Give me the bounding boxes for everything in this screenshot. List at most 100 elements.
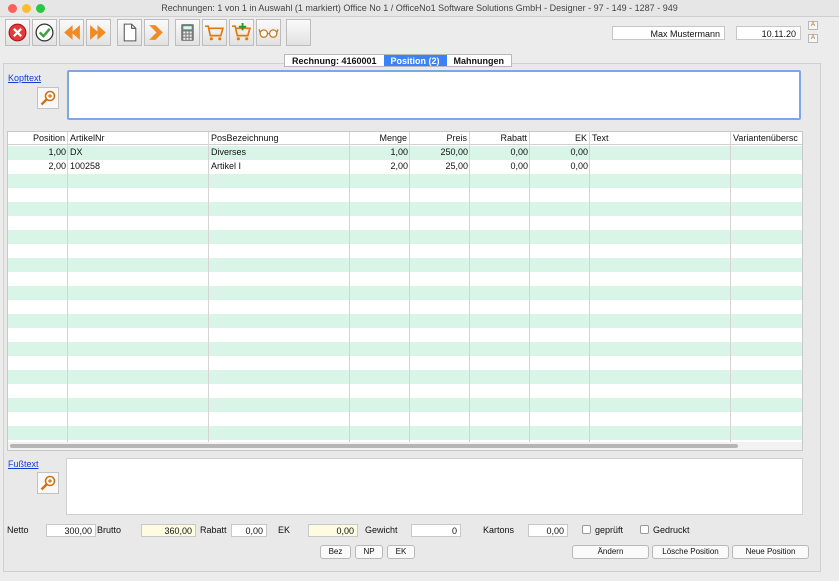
cell-ek: 0,00 <box>570 161 588 171</box>
confirm-button[interactable] <box>32 19 57 46</box>
window-scrollbar[interactable] <box>821 66 839 566</box>
table-row[interactable] <box>8 230 802 244</box>
previous-button[interactable] <box>59 19 84 46</box>
fusstext-link[interactable]: Fußtext <box>8 459 39 469</box>
col-posbezeichnung[interactable]: PosBezeichnung <box>209 132 350 145</box>
col-ek[interactable]: EK <box>530 132 590 145</box>
brutto-label: Brutto <box>97 525 122 535</box>
tab-mahnungen[interactable]: Mahnungen <box>447 55 512 66</box>
table-row[interactable] <box>8 384 802 398</box>
fusstext-zoom-button[interactable] <box>37 472 59 494</box>
table-row[interactable] <box>8 398 802 412</box>
col-rabatt[interactable]: Rabatt <box>470 132 530 145</box>
kopftext-zoom-button[interactable] <box>37 87 59 109</box>
cell-text <box>590 160 731 174</box>
gewicht-label: Gewicht <box>365 525 398 535</box>
next-button[interactable] <box>86 19 111 46</box>
magnifier-icon <box>40 475 56 491</box>
cell-text <box>590 146 731 160</box>
col-menge[interactable]: Menge <box>350 132 410 145</box>
table-row[interactable] <box>8 174 802 188</box>
table-row[interactable] <box>8 188 802 202</box>
cart-icon <box>205 25 225 41</box>
table-row[interactable] <box>8 356 802 370</box>
forward-icon <box>90 25 106 40</box>
table-header: Position ArtikelNr PosBezeichnung Menge … <box>8 132 802 145</box>
ek-button[interactable]: EK <box>387 545 415 559</box>
table-row[interactable] <box>8 412 802 426</box>
brutto-field: 360,00 <box>141 524 196 537</box>
calculator-button[interactable] <box>175 19 200 46</box>
date-field: 10.11.20 <box>736 26 801 40</box>
ek-label: EK <box>278 525 291 535</box>
cart-button[interactable] <box>202 19 227 46</box>
kopftext-link[interactable]: Kopftext <box>8 73 41 83</box>
tab-bar: Rechnung: 4160001 Position (2) Mahnungen <box>284 54 513 67</box>
table-row[interactable] <box>8 286 802 300</box>
col-text[interactable]: Text <box>590 132 731 145</box>
col-artikelnr[interactable]: ArtikelNr <box>68 132 209 145</box>
netto-label: Netto <box>7 525 29 535</box>
table-row[interactable] <box>8 426 802 440</box>
preview-button[interactable] <box>256 19 281 46</box>
cell-rabatt: 0,00 <box>510 161 528 171</box>
new-document-button[interactable] <box>117 19 142 46</box>
back-icon <box>64 25 80 40</box>
font-increase-button[interactable]: A <box>808 21 818 30</box>
table-row[interactable] <box>8 342 802 356</box>
cell-artikelnr: 100258 <box>70 161 101 171</box>
cell-ek: 0,00 <box>570 147 588 157</box>
table-row[interactable] <box>8 258 802 272</box>
blank-button[interactable] <box>286 19 311 46</box>
cart-add-icon <box>232 23 252 41</box>
table-row[interactable] <box>8 244 802 258</box>
confirm-icon <box>35 23 54 42</box>
cell-preis: 25,00 <box>445 161 468 171</box>
np-button[interactable]: NP <box>355 545 383 559</box>
aendern-button[interactable]: Ändern <box>572 545 649 559</box>
last-button[interactable] <box>144 19 169 46</box>
table-row[interactable]: 1,00 DX Diverses 1,00 250,00 0,00 0,00 <box>8 146 802 160</box>
table-row[interactable] <box>8 370 802 384</box>
cell-varianten <box>731 160 802 174</box>
table-horizontal-scrollbar[interactable] <box>8 442 802 450</box>
cancel-icon <box>8 23 27 42</box>
calculator-icon <box>181 24 194 41</box>
cell-position: 1,00 <box>48 147 66 157</box>
toolbar: Max Mustermann 10.11.20 A A <box>0 17 839 49</box>
table-row[interactable] <box>8 328 802 342</box>
bez-button[interactable]: Bez <box>320 545 351 559</box>
tab-rechnung[interactable]: Rechnung: 4160001 <box>285 55 384 66</box>
cell-rabatt: 0,00 <box>510 147 528 157</box>
loesche-position-button[interactable]: Lösche Position <box>652 545 729 559</box>
font-decrease-button[interactable]: A <box>808 34 818 43</box>
geprueft-checkbox[interactable] <box>582 525 591 534</box>
document-icon <box>123 23 137 42</box>
col-preis[interactable]: Preis <box>410 132 470 145</box>
user-name-field: Max Mustermann <box>612 26 725 40</box>
scrollbar-thumb[interactable] <box>10 444 738 448</box>
col-position[interactable]: Position <box>8 132 68 145</box>
cart-add-button[interactable] <box>229 19 254 46</box>
table-row[interactable] <box>8 272 802 286</box>
kopftext-input[interactable] <box>67 70 801 120</box>
neue-position-button[interactable]: Neue Position <box>732 545 809 559</box>
table-row[interactable] <box>8 216 802 230</box>
geprueft-label: geprüft <box>595 525 624 535</box>
gedruckt-checkbox[interactable] <box>640 525 649 534</box>
col-variantenuebersicht[interactable]: Variantenübersc <box>731 132 802 145</box>
fusstext-input[interactable] <box>66 458 803 515</box>
positions-table: Position ArtikelNr PosBezeichnung Menge … <box>7 131 803 451</box>
next-icon <box>149 25 163 40</box>
cancel-button[interactable] <box>5 19 30 46</box>
cell-preis: 250,00 <box>440 147 468 157</box>
magnifier-icon <box>40 90 56 106</box>
table-row[interactable] <box>8 202 802 216</box>
table-row[interactable]: 2,00 100258 Artikel I 2,00 25,00 0,00 0,00 <box>8 160 802 174</box>
gewicht-field: 0 <box>411 524 461 537</box>
table-row[interactable] <box>8 300 802 314</box>
tab-position[interactable]: Position (2) <box>383 55 447 66</box>
table-row[interactable] <box>8 314 802 328</box>
cell-position: 2,00 <box>48 161 66 171</box>
cell-varianten <box>731 146 802 160</box>
